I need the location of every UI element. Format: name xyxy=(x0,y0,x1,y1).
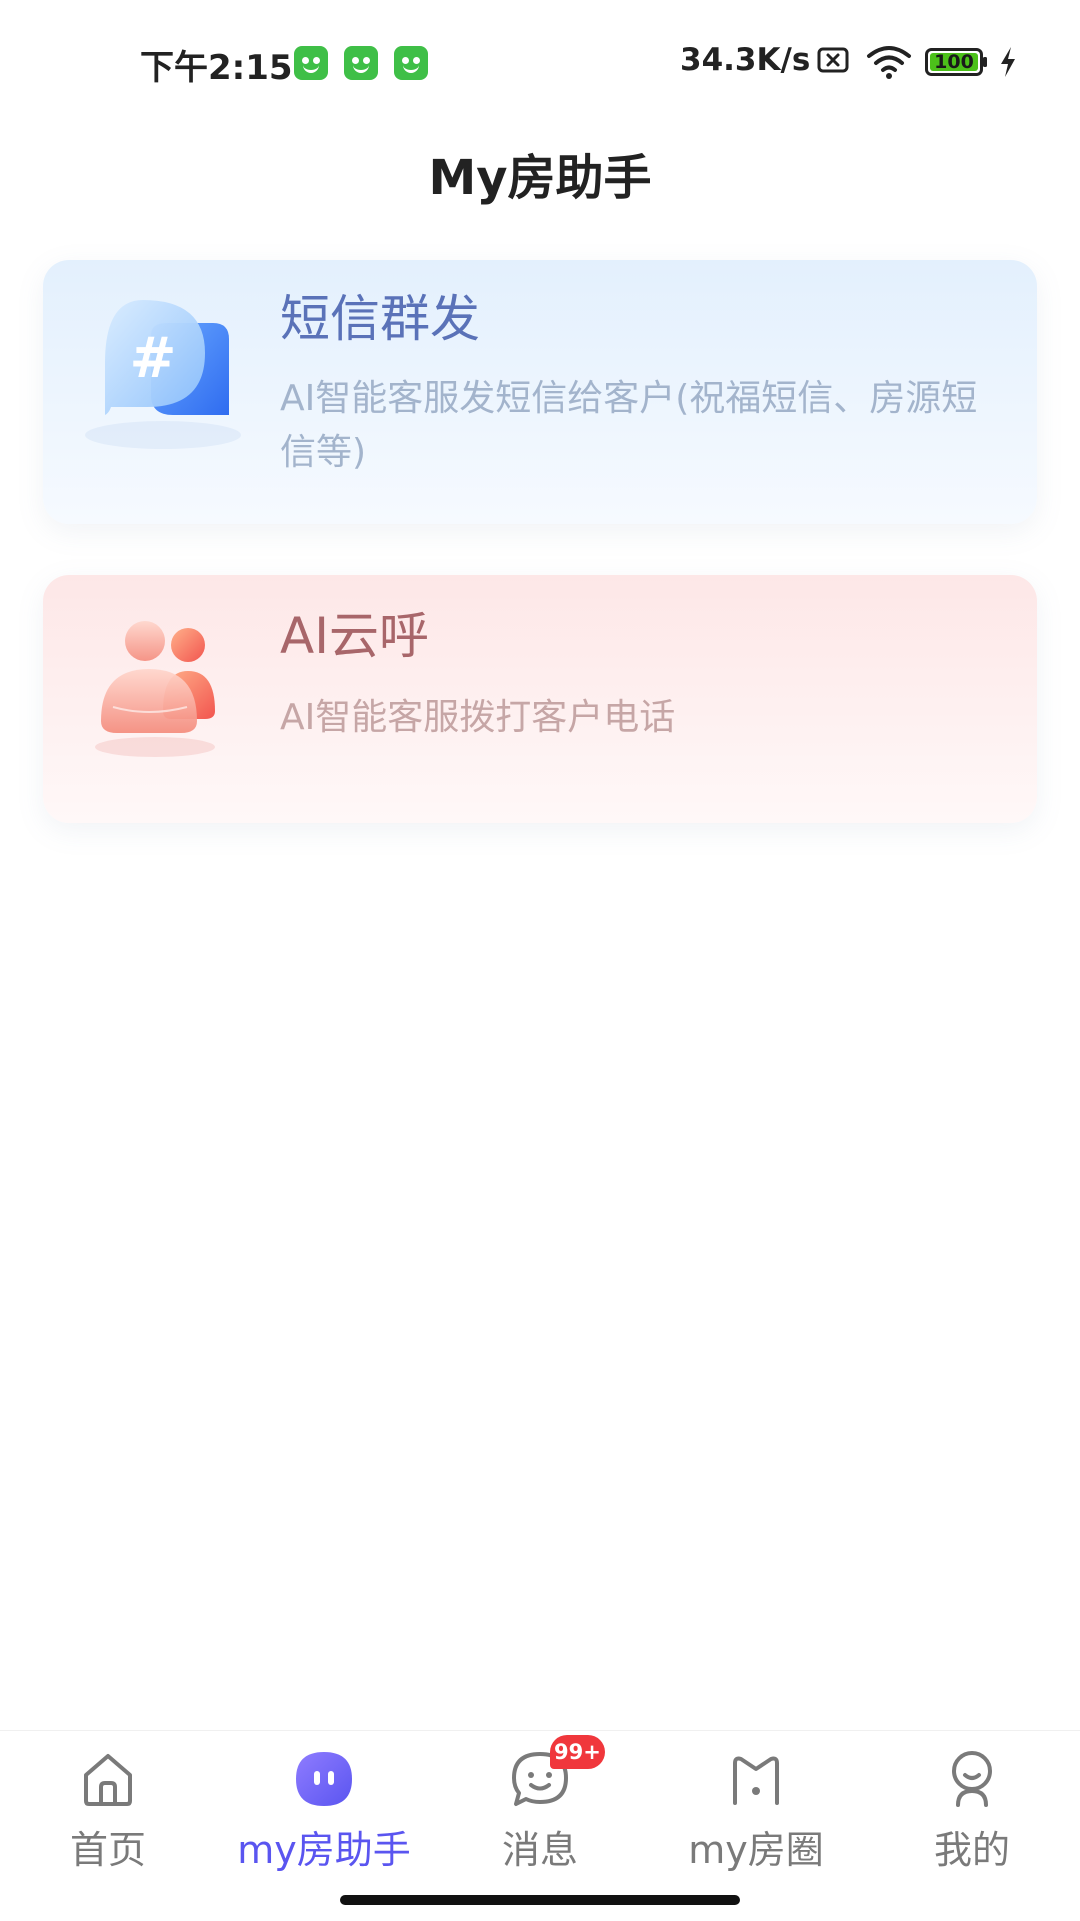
nav-label: 首页 xyxy=(69,1828,146,1872)
sms-broadcast-card[interactable]: # 短信群发 AI智能客服发短信给客户(祝福短信、房源短信等) xyxy=(43,260,1037,524)
cat-app-icon xyxy=(294,46,328,80)
card-title: AI云呼 xyxy=(280,607,429,665)
nav-item-assistant[interactable]: my房助手 xyxy=(216,1731,432,1901)
home-icon xyxy=(84,1754,132,1806)
wifi-icon xyxy=(867,46,911,79)
nav-label: my房圈 xyxy=(688,1828,824,1872)
svg-text:#: # xyxy=(130,326,177,391)
profile-icon xyxy=(952,1751,992,1807)
lightning-icon xyxy=(1001,47,1015,77)
hashtag-chat-bubble-icon: # xyxy=(85,300,241,449)
ai-cloud-call-card[interactable]: AI云呼 AI智能客服拨打客户电话 xyxy=(43,575,1037,823)
network-speed: 34.3K/s xyxy=(680,42,811,78)
nav-item-home[interactable]: 首页 xyxy=(0,1731,216,1901)
page-title: My房助手 xyxy=(428,150,652,206)
nav-item-circle[interactable]: my房圈 xyxy=(648,1731,864,1901)
nav-label: 消息 xyxy=(501,1828,578,1872)
home-indicator[interactable] xyxy=(340,1895,740,1905)
nav-item-profile[interactable]: 我的 xyxy=(864,1731,1080,1901)
nav-label: 我的 xyxy=(933,1828,1010,1872)
bottom-navigation: 首页 my房助手 99+ 消息 my房圈 我的 xyxy=(0,1730,1080,1921)
card-description: AI智能客服发短信给客户(祝福短信、房源短信等) xyxy=(280,378,978,473)
cat-app-icon xyxy=(394,46,428,80)
nav-label: my房助手 xyxy=(237,1828,411,1872)
assistant-robot-icon xyxy=(296,1752,352,1806)
no-sim-icon xyxy=(817,47,849,73)
card-description: AI智能客服拨打客户电话 xyxy=(280,697,676,738)
cat-app-icon xyxy=(344,46,378,80)
nav-item-messages[interactable]: 99+ 消息 xyxy=(432,1731,648,1901)
contacts-people-icon xyxy=(95,621,215,757)
unread-count-badge: 99+ xyxy=(550,1735,605,1769)
circle-community-icon xyxy=(733,1756,779,1805)
card-title: 短信群发 xyxy=(280,290,480,348)
status-time: 下午2:15 xyxy=(140,48,293,88)
status-bar: 下午2:15 34.3K/s 100 xyxy=(0,0,1080,124)
battery-level: 100 xyxy=(934,51,974,73)
